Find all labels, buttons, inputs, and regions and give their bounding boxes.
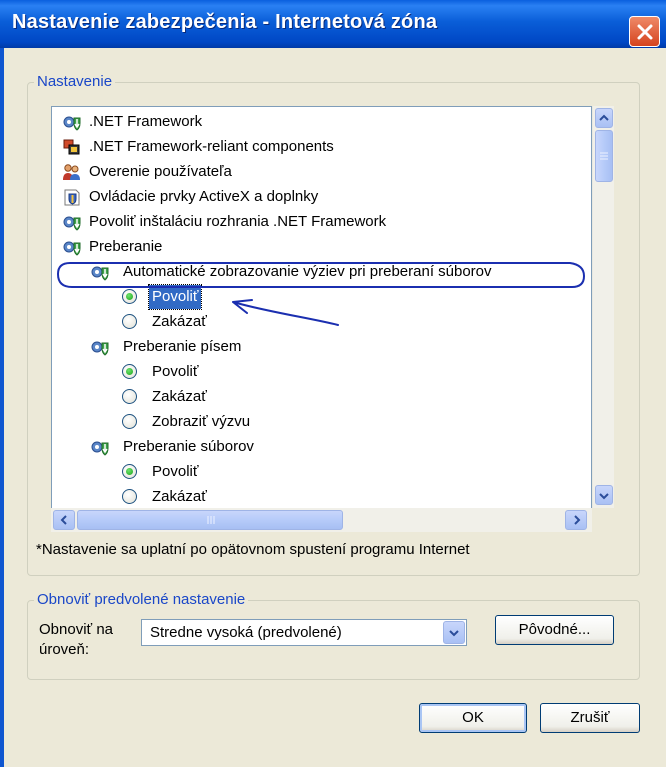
window-title: Nastavenie zabezpečenia - Internetová zó…	[12, 11, 438, 33]
radio-option-label: Zakázať	[152, 488, 207, 505]
radio-option-label: Zobraziť výzvu	[152, 413, 251, 430]
title-bar[interactable]: Nastavenie zabezpečenia - Internetová zó…	[0, 0, 666, 48]
cancel-button[interactable]: Zrušiť	[540, 703, 640, 733]
gear-shield-icon	[63, 241, 81, 256]
radio-option-label: Povoliť	[152, 463, 199, 480]
gear-shield-icon	[91, 341, 109, 356]
window-frame	[0, 48, 4, 767]
users-icon	[63, 164, 80, 180]
tree-item-label: .NET Framework	[89, 113, 203, 130]
vertical-scrollbar[interactable]	[592, 106, 614, 508]
chevron-down-icon	[449, 630, 459, 637]
tree-item-label: Povoliť inštaláciu rozhrania .NET Framew…	[89, 213, 387, 230]
chevron-left-icon	[60, 515, 67, 525]
close-button[interactable]	[629, 16, 660, 47]
reset-level-value: Stredne vysoká (predvolené)	[150, 624, 342, 641]
reset-level-dropdown[interactable]: Stredne vysoká (predvolené)	[141, 619, 467, 646]
radio-button[interactable]	[122, 414, 137, 429]
close-icon	[637, 24, 653, 40]
radio-button-checked[interactable]	[122, 364, 137, 379]
radio-button[interactable]	[122, 314, 137, 329]
radio-option-label: Zakázať	[152, 388, 207, 405]
grip-icon	[600, 152, 608, 160]
tree-item-label: Preberanie súborov	[123, 438, 254, 455]
chevron-up-icon	[599, 114, 609, 121]
reset-group-legend: Obnoviť predvolené nastavenie	[34, 591, 249, 608]
tree-item-label: Preberanie písem	[123, 338, 242, 355]
radio-option-label: Zakázať	[152, 313, 207, 330]
chevron-down-icon	[599, 493, 609, 500]
radio-option-label: Povoliť	[152, 363, 199, 380]
component-icon	[63, 139, 80, 155]
tree-item-label: .NET Framework-reliant components	[89, 138, 334, 155]
scrollbar-corner	[592, 508, 614, 532]
tree-item-label: Preberanie	[89, 238, 163, 255]
radio-button[interactable]	[122, 389, 137, 404]
tree-item-label: Overenie používateľa	[89, 163, 232, 180]
reset-level-label-line1: Obnoviť na	[39, 621, 114, 638]
horizontal-scroll-thumb[interactable]	[77, 510, 343, 530]
settings-group-legend: Nastavenie	[34, 73, 116, 90]
horizontal-scrollbar[interactable]	[51, 508, 592, 532]
activex-icon	[64, 189, 80, 206]
tree-item-label: Ovládacie prvky ActiveX a doplnky	[89, 188, 319, 205]
vertical-scroll-thumb[interactable]	[595, 130, 613, 182]
restart-note: *Nastavenie sa uplatní po opätovnom spus…	[36, 541, 470, 558]
settings-tree[interactable]: .NET Framework .NET Framework-reliant co…	[51, 106, 592, 532]
gear-shield-icon	[91, 441, 109, 456]
reset-default-button[interactable]: Pôvodné...	[495, 615, 614, 645]
tree-item-label: Automatické zobrazovanie výziev pri preb…	[123, 263, 492, 280]
radio-option-label: Povoliť	[147, 284, 203, 310]
radio-button-checked[interactable]	[122, 289, 137, 304]
reset-level-label-line2: úroveň:	[39, 641, 90, 658]
scroll-down-button[interactable]	[595, 485, 613, 505]
scroll-up-button[interactable]	[595, 108, 613, 128]
scroll-right-button[interactable]	[565, 510, 587, 530]
security-settings-dialog: Nastavenie zabezpečenia - Internetová zó…	[0, 0, 666, 767]
grip-icon	[207, 516, 215, 524]
dropdown-button[interactable]	[443, 621, 465, 644]
radio-button[interactable]	[122, 489, 137, 504]
radio-button-checked[interactable]	[122, 464, 137, 479]
ok-button[interactable]: OK	[419, 703, 527, 733]
gear-shield-icon	[63, 116, 81, 131]
chevron-right-icon	[574, 515, 581, 525]
scroll-left-button[interactable]	[53, 510, 75, 530]
gear-shield-icon	[63, 216, 81, 231]
gear-shield-icon	[91, 266, 109, 281]
reset-level-label: Obnoviť na úroveň:	[39, 620, 113, 660]
